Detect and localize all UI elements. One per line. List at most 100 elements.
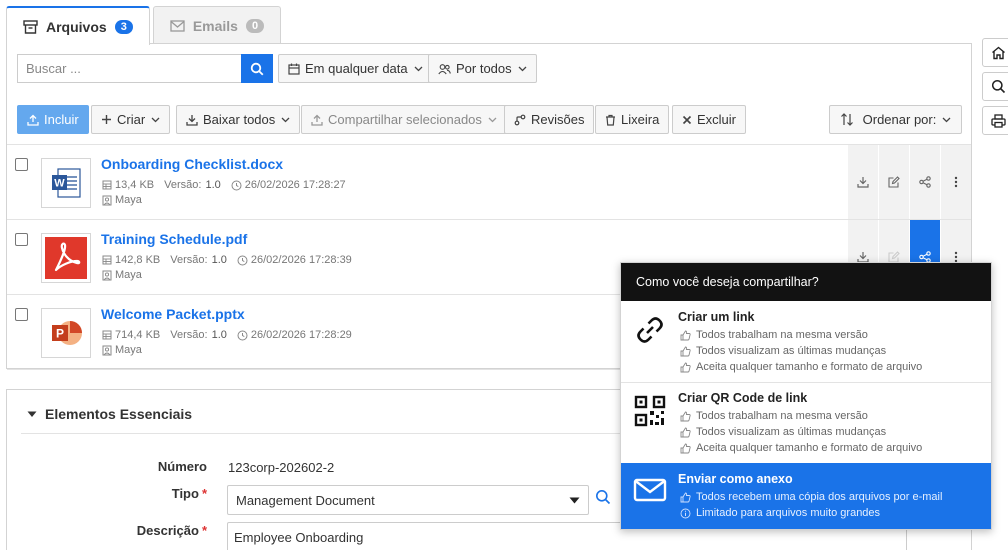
share-selected-dropdown[interactable]: Compartilhar selecionados bbox=[301, 105, 507, 134]
option-title: Criar QR Code de link bbox=[678, 391, 808, 405]
description-label: Descrição * bbox=[136, 523, 207, 538]
info-icon bbox=[680, 508, 691, 519]
file-version: 1.0 bbox=[205, 179, 221, 191]
tab-label: Emails bbox=[192, 17, 238, 34]
home-icon bbox=[991, 46, 1006, 60]
file-date: 26/02/2026 17:28:27 bbox=[244, 179, 346, 191]
file-date: 26/02/2026 17:28:39 bbox=[250, 254, 352, 266]
type-select[interactable]: Management Document bbox=[227, 485, 589, 515]
popup-title: Como você deseja compartilhar? bbox=[621, 263, 991, 301]
print-button[interactable] bbox=[982, 106, 1008, 135]
version-label: Versão: bbox=[170, 329, 208, 341]
row-checkbox[interactable] bbox=[15, 308, 28, 321]
row-checkbox[interactable] bbox=[15, 158, 28, 171]
users-icon bbox=[438, 63, 451, 75]
tab-bar: Arquivos 3 Emails 0 bbox=[6, 6, 282, 45]
link-icon bbox=[633, 313, 667, 347]
file-meta: 714,4 KB Versão: 1.0 26/02/2026 17:28:29 bbox=[102, 329, 352, 341]
file-owner: Maya bbox=[102, 194, 142, 206]
option-feature: Todos trabalham na mesma versão bbox=[680, 410, 868, 422]
date-filter-dropdown[interactable]: Em qualquer data bbox=[278, 54, 433, 83]
file-thumbnail[interactable]: W bbox=[41, 158, 91, 208]
file-thumbnail[interactable] bbox=[41, 233, 91, 283]
file-name-link[interactable]: Onboarding Checklist.docx bbox=[101, 156, 283, 172]
share-button[interactable] bbox=[909, 145, 940, 219]
count-badge: 3 bbox=[114, 19, 133, 34]
delete-button[interactable]: Excluir bbox=[672, 105, 747, 134]
download-all-dropdown[interactable]: Baixar todos bbox=[176, 105, 301, 134]
create-qr-code-option[interactable]: Criar QR Code de link Todos trabalham na… bbox=[621, 382, 991, 463]
file-name-link[interactable]: Training Schedule.pdf bbox=[101, 231, 247, 247]
caret-down-icon bbox=[569, 497, 580, 504]
file-owner: Maya bbox=[102, 269, 142, 281]
size-icon bbox=[102, 180, 112, 190]
row-checkbox[interactable] bbox=[15, 233, 28, 246]
date-filter-label: Em qualquer data bbox=[305, 61, 408, 76]
essentials-toggle[interactable]: Elementos Essenciais bbox=[27, 406, 192, 422]
file-thumbnail[interactable]: P bbox=[41, 308, 91, 358]
home-button[interactable] bbox=[982, 38, 1008, 67]
download-button[interactable] bbox=[847, 145, 878, 219]
chevron-down-icon bbox=[281, 117, 290, 123]
thumbs-up-icon bbox=[680, 492, 691, 503]
delete-label: Excluir bbox=[697, 112, 737, 127]
option-title: Enviar como anexo bbox=[678, 472, 793, 486]
owner-name: Maya bbox=[115, 269, 142, 281]
search-button[interactable] bbox=[982, 72, 1008, 101]
option-feature: Aceita qualquer tamanho e formato de arq… bbox=[680, 361, 922, 373]
clock-icon bbox=[237, 330, 248, 341]
user-filter-dropdown[interactable]: Por todos bbox=[428, 54, 537, 83]
file-name-link[interactable]: Welcome Packet.pptx bbox=[101, 306, 245, 322]
revisions-button[interactable]: Revisões bbox=[504, 105, 595, 134]
envelope-icon bbox=[170, 19, 185, 32]
thumbs-up-icon bbox=[680, 427, 691, 438]
file-date: 26/02/2026 17:28:29 bbox=[250, 329, 352, 341]
more-vertical-icon bbox=[954, 176, 958, 188]
edit-icon bbox=[888, 176, 900, 188]
download-icon bbox=[857, 176, 869, 188]
option-feature: Todos visualizam as últimas mudanças bbox=[680, 426, 886, 438]
user-icon bbox=[102, 195, 112, 206]
file-size: 13,4 KB bbox=[115, 179, 155, 191]
more-options-button[interactable] bbox=[940, 145, 971, 219]
count-badge: 0 bbox=[245, 18, 265, 33]
create-link-option[interactable]: Criar um link Todos trabalham na mesma v… bbox=[621, 301, 991, 382]
file-version: 1.0 bbox=[211, 329, 227, 341]
sort-dropdown[interactable]: Ordenar por: bbox=[829, 105, 962, 134]
share-selected-label: Compartilhar selecionados bbox=[328, 112, 482, 127]
caret-down-icon bbox=[27, 411, 37, 418]
thumbs-up-icon bbox=[680, 443, 691, 454]
download-icon bbox=[186, 114, 198, 126]
edit-button[interactable] bbox=[878, 145, 909, 219]
powerpoint-file-icon: P bbox=[49, 316, 83, 350]
search-icon[interactable] bbox=[595, 489, 611, 505]
search-input[interactable] bbox=[17, 54, 241, 83]
create-dropdown[interactable]: Criar bbox=[91, 105, 171, 134]
search-bar bbox=[17, 54, 273, 83]
qr-code-icon bbox=[633, 394, 667, 428]
thumbs-up-icon bbox=[680, 330, 691, 341]
trash-icon bbox=[605, 114, 616, 126]
trash-button[interactable]: Lixeira bbox=[595, 105, 670, 134]
tab-arquivos[interactable]: Arquivos 3 bbox=[6, 6, 150, 45]
tab-label: Arquivos bbox=[46, 18, 107, 35]
download-all-label: Baixar todos bbox=[203, 112, 276, 127]
include-button[interactable]: Incluir bbox=[17, 105, 89, 134]
send-as-attachment-option[interactable]: Enviar como anexo Todos recebem uma cópi… bbox=[621, 463, 991, 529]
file-owner: Maya bbox=[102, 344, 142, 356]
svg-text:W: W bbox=[54, 178, 65, 190]
upload-icon bbox=[27, 114, 39, 126]
number-value: 123corp-202602-2 bbox=[228, 460, 335, 475]
user-filter-label: Por todos bbox=[456, 61, 512, 76]
plus-icon bbox=[101, 114, 112, 125]
file-size: 714,4 KB bbox=[115, 329, 161, 341]
tab-emails[interactable]: Emails 0 bbox=[152, 6, 282, 44]
search-button[interactable] bbox=[241, 54, 273, 83]
calendar-icon bbox=[288, 63, 300, 75]
include-label: Incluir bbox=[44, 112, 79, 127]
share-popup: Como você deseja compartilhar? Criar um … bbox=[620, 262, 992, 530]
option-feature: Todos trabalham na mesma versão bbox=[680, 329, 868, 341]
envelope-icon bbox=[633, 475, 667, 505]
option-feature: Todos visualizam as últimas mudanças bbox=[680, 345, 886, 357]
archive-icon bbox=[23, 19, 38, 34]
